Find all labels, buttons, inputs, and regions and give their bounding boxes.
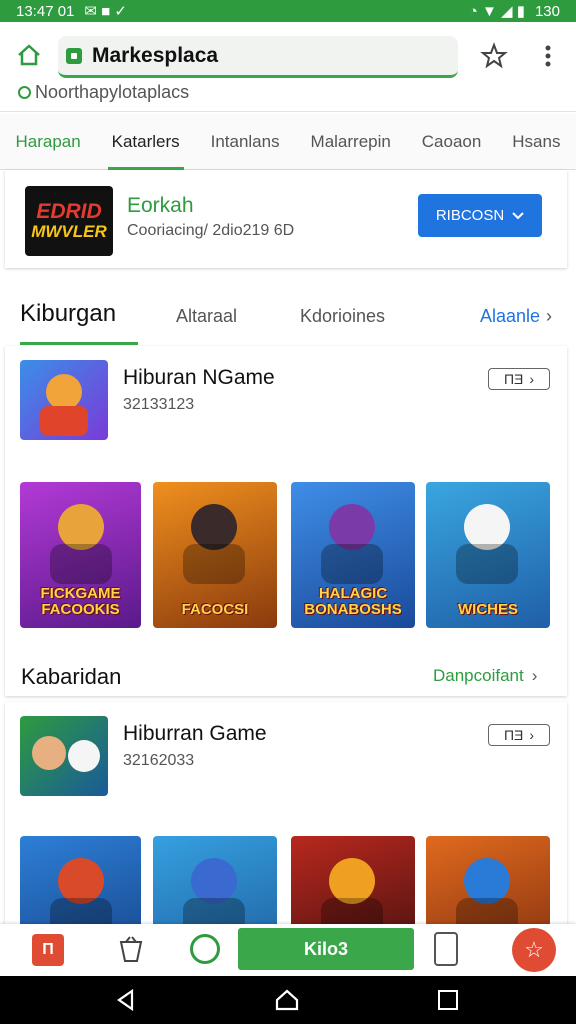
game-title: WICHES: [458, 601, 518, 618]
section-card-1: Hiburan NGame 32133123 ПƎ › FICKGAME FACO…: [5, 346, 567, 696]
character-art: [183, 544, 245, 584]
chevron-down-icon: [512, 211, 524, 219]
follow-button[interactable]: RIBCOSN: [418, 194, 542, 237]
url-row[interactable]: Noorthapylotaplacs: [18, 82, 189, 103]
section-tabs: Kiburgan Altaraal Kdorioines Alaanle ›: [0, 284, 576, 348]
publisher-card[interactable]: EDRID MWVLER Eorkah Cooriacing/ 2dio219 …: [5, 170, 567, 268]
featured-game-title: Hiburan NGame: [123, 366, 275, 389]
clock: 13:47 01: [16, 2, 75, 20]
bottom-action-bar: П Kilo3 ☆: [0, 924, 576, 976]
tab-caoaon[interactable]: Caoaon: [418, 114, 486, 170]
secure-site-icon: [66, 47, 82, 64]
overflow-menu-icon[interactable]: [544, 44, 552, 73]
primary-action-button[interactable]: Kilo3: [238, 928, 414, 970]
battery-saver-icon[interactable]: [434, 932, 458, 966]
home-icon[interactable]: [16, 42, 42, 73]
category-tabs: Harapan Katarlers Intanlans Malarrepin C…: [0, 114, 576, 170]
game-card[interactable]: HALAGIC BONABOSHS: [291, 482, 415, 628]
signal-icons: ◔ ▼ ◢ ▮: [468, 3, 525, 20]
featured-game-count: 32162033: [123, 752, 195, 769]
character-art: [321, 544, 383, 584]
chevron-right-icon: ›: [531, 666, 538, 685]
game-card[interactable]: FACOCSI: [153, 482, 277, 628]
bag-icon[interactable]: [116, 934, 146, 969]
section-heading: Kabaridan: [21, 664, 122, 689]
more-button[interactable]: ПƎ ›: [488, 368, 550, 390]
refresh-icon[interactable]: [190, 934, 220, 964]
section-card-2: Hiburran Game 32162033 ПƎ› GOWESNEARRAIR…: [5, 702, 567, 982]
publisher-name: Eorkah: [127, 194, 194, 217]
verified-icon: [18, 86, 31, 99]
publisher-logo: EDRID MWVLER: [25, 186, 113, 256]
tab-harapan[interactable]: Harapan: [11, 114, 84, 170]
url-text: Noorthapylotaplacs: [35, 82, 190, 102]
featured-game-title: Hiburran Game: [123, 722, 267, 745]
tab-katarlers[interactable]: Katarlers: [107, 114, 184, 170]
back-icon[interactable]: [114, 988, 138, 1017]
home-nav-icon[interactable]: [274, 988, 300, 1017]
system-navigation-bar: [0, 976, 576, 1024]
sub-tab-kdorioines[interactable]: Kdorioines: [300, 306, 385, 327]
chevron-right-icon: ›: [529, 371, 535, 387]
favorite-fab[interactable]: ☆: [512, 928, 556, 972]
address-bar[interactable]: Markesplaca: [58, 36, 458, 78]
status-bar: 13:47 01 ✉ ■ ✓ ◔ ▼ ◢ ▮ 130: [0, 0, 576, 22]
game-title: FACOCSI: [181, 601, 249, 618]
publisher-subtitle: Cooriacing/ 2dio219 6D: [127, 222, 295, 239]
game-title: HALAGIC BONABOSHS: [304, 585, 402, 618]
app-shortcut-icon[interactable]: П: [32, 934, 64, 966]
character-art: [50, 544, 112, 584]
site-title: Markesplaca: [92, 43, 219, 67]
featured-game-count: 32133123: [123, 396, 195, 413]
game-title: FICKGAME FACOOKIS: [40, 585, 121, 618]
tab-hsans[interactable]: Hsans: [508, 114, 564, 170]
tab-intanlans[interactable]: Intanlans: [207, 114, 284, 170]
featured-game-thumbnail[interactable]: [20, 360, 108, 440]
featured-game-thumbnail[interactable]: [20, 716, 108, 796]
sub-tab-kiburgan[interactable]: Kiburgan: [20, 300, 138, 345]
character-art: [456, 544, 518, 584]
tab-malarrepin[interactable]: Malarrepin: [307, 114, 395, 170]
recents-icon[interactable]: [438, 990, 458, 1010]
section-link[interactable]: Danpcoifant ›: [433, 666, 537, 686]
chevron-right-icon: ›: [546, 306, 553, 326]
see-all-link[interactable]: Alaanle ›: [480, 306, 552, 327]
game-card[interactable]: WICHES: [426, 482, 550, 628]
game-card[interactable]: FICKGAME FACOOKIS: [20, 482, 141, 628]
bookmark-star-icon[interactable]: [480, 42, 508, 75]
more-button[interactable]: ПƎ ›: [488, 724, 550, 746]
battery-level: 130: [534, 2, 560, 20]
chevron-right-icon: ›: [529, 727, 535, 743]
notification-icons: ✉ ■ ✓: [84, 3, 127, 20]
sub-tab-altaraal[interactable]: Altaraal: [176, 306, 237, 327]
browser-toolbar: Markesplaca Noorthapylotaplacs: [0, 22, 576, 112]
